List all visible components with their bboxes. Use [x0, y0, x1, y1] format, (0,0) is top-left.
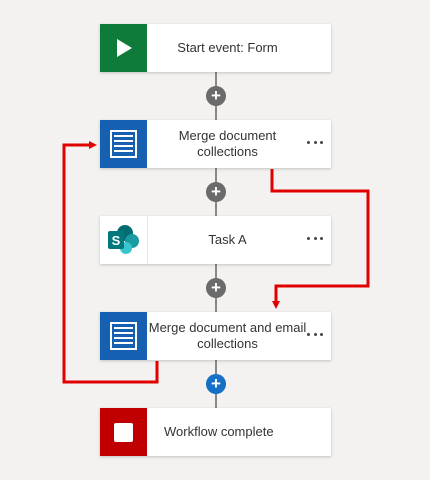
annotation-arrow-loop [62, 141, 159, 384]
annotation-overlay [62, 141, 370, 384]
annotation-arrow-down [270, 169, 370, 309]
